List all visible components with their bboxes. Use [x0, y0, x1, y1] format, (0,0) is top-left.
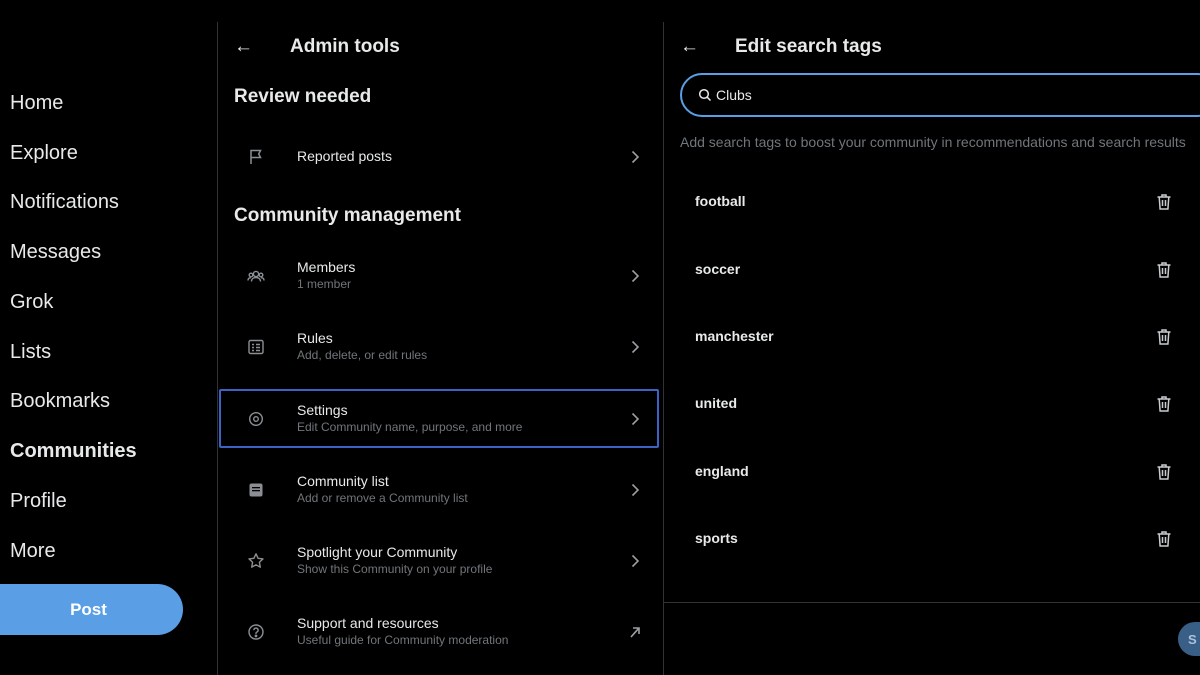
- flag-icon: [247, 148, 265, 166]
- back-arrow-icon[interactable]: ←: [680, 36, 699, 58]
- tag-row: football: [664, 182, 1200, 222]
- search-tag-input[interactable]: [714, 84, 1194, 106]
- main-navigation: Home Explore Notifications Messages Grok…: [0, 0, 217, 675]
- community-list-icon: [247, 481, 265, 499]
- community-list-row[interactable]: Community list Add or remove a Community…: [219, 460, 659, 519]
- tag-label: manchester: [695, 328, 774, 344]
- trash-icon[interactable]: [1156, 463, 1172, 481]
- save-button[interactable]: S: [1178, 622, 1200, 656]
- tag-label: sports: [695, 530, 738, 546]
- row-title: Community list: [297, 473, 389, 489]
- nav-item-communities[interactable]: Communities: [10, 439, 137, 463]
- back-arrow-icon[interactable]: ←: [234, 36, 253, 58]
- community-management-heading: Community management: [234, 205, 461, 226]
- tag-row: soccer: [664, 250, 1200, 290]
- nav-item-home[interactable]: Home: [10, 91, 63, 115]
- nav-item-messages[interactable]: Messages: [10, 240, 101, 264]
- members-row[interactable]: Members 1 member: [219, 246, 659, 305]
- nav-item-notifications[interactable]: Notifications: [10, 190, 119, 214]
- footer-divider: [664, 602, 1200, 603]
- nav-item-lists[interactable]: Lists: [10, 340, 51, 364]
- chevron-right-icon: [629, 340, 641, 354]
- row-title: Reported posts: [297, 148, 392, 164]
- edit-search-tags-title: Edit search tags: [735, 36, 882, 57]
- chevron-right-icon: [629, 554, 641, 568]
- tag-row: manchester: [664, 317, 1200, 357]
- settings-icon: [247, 410, 265, 428]
- row-subtitle: Edit Community name, purpose, and more: [297, 420, 523, 434]
- tag-label: england: [695, 463, 749, 479]
- tag-label: united: [695, 395, 737, 411]
- search-tag-field[interactable]: [680, 73, 1200, 117]
- row-subtitle: 1 member: [297, 277, 352, 291]
- chevron-right-icon: [629, 269, 641, 283]
- members-icon: [247, 267, 265, 285]
- tag-row: england: [664, 452, 1200, 492]
- row-subtitle: Add or remove a Community list: [297, 491, 468, 505]
- row-subtitle: Add, delete, or edit rules: [297, 348, 428, 362]
- row-title: Settings: [297, 402, 348, 418]
- rules-row[interactable]: Rules Add, delete, or edit rules: [219, 317, 659, 376]
- trash-icon[interactable]: [1156, 395, 1172, 413]
- rules-icon: [247, 338, 265, 356]
- row-title: Spotlight your Community: [297, 544, 458, 560]
- star-icon: [247, 552, 265, 570]
- nav-item-grok[interactable]: Grok: [10, 290, 53, 314]
- tag-label: football: [695, 193, 746, 209]
- chevron-right-icon: [629, 483, 641, 497]
- support-resources-row[interactable]: Support and resources Useful guide for C…: [219, 602, 659, 661]
- search-tags-hint: Add search tags to boost your community …: [680, 134, 1186, 150]
- edit-search-tags-panel: ← Edit search tags Add search tags to bo…: [664, 0, 1200, 675]
- nav-item-bookmarks[interactable]: Bookmarks: [10, 389, 110, 413]
- help-icon: [247, 623, 265, 641]
- trash-icon[interactable]: [1156, 261, 1172, 279]
- trash-icon[interactable]: [1156, 530, 1172, 548]
- nav-item-profile[interactable]: Profile: [10, 489, 67, 513]
- review-needed-heading: Review needed: [234, 86, 372, 107]
- row-title: Support and resources: [297, 615, 439, 631]
- tag-label: soccer: [695, 261, 741, 277]
- row-title: Members: [297, 259, 356, 275]
- post-button[interactable]: Post: [0, 584, 183, 635]
- nav-item-more[interactable]: More: [10, 539, 56, 563]
- trash-icon[interactable]: [1156, 193, 1172, 211]
- settings-row[interactable]: Settings Edit Community name, purpose, a…: [219, 389, 659, 448]
- chevron-right-icon: [629, 412, 641, 426]
- row-subtitle: Useful guide for Community moderation: [297, 633, 509, 647]
- reported-posts-row[interactable]: Reported posts: [219, 127, 659, 186]
- tag-row: united: [664, 384, 1200, 424]
- external-link-icon: [629, 625, 641, 639]
- nav-item-explore[interactable]: Explore: [10, 141, 78, 165]
- row-title: Rules: [297, 330, 333, 346]
- row-subtitle: Show this Community on your profile: [297, 562, 493, 576]
- admin-tools-title: Admin tools: [290, 36, 400, 57]
- tag-row: sports: [664, 519, 1200, 559]
- admin-tools-panel: ← Admin tools Review needed Reported pos…: [218, 0, 663, 675]
- chevron-right-icon: [629, 150, 641, 164]
- spotlight-community-row[interactable]: Spotlight your Community Show this Commu…: [219, 531, 659, 590]
- search-icon: [698, 88, 712, 102]
- trash-icon[interactable]: [1156, 328, 1172, 346]
